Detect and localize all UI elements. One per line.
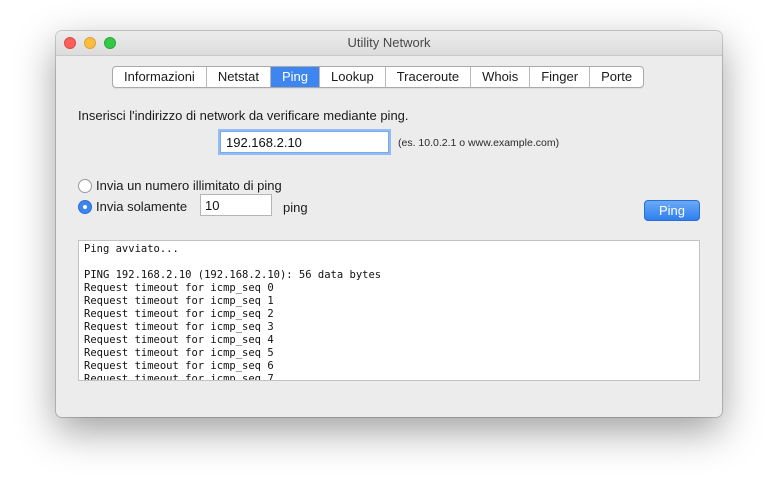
- tab-bar: Informazioni Netstat Ping Lookup Traceroute W…: [112, 66, 645, 88]
- window-title: Utility Network: [347, 35, 431, 50]
- output-line: Request timeout for icmp_seq 1: [84, 295, 274, 307]
- radio-unlimited[interactable]: [78, 178, 92, 193]
- ping-count-unit: ping: [283, 200, 308, 215]
- output-line: Request timeout for icmp_seq 2: [84, 308, 274, 320]
- minimize-window-button[interactable]: [84, 37, 96, 49]
- close-window-button[interactable]: [64, 37, 76, 49]
- title-bar[interactable]: Utility Network: [56, 31, 722, 56]
- tab-finger[interactable]: Finger: [530, 67, 591, 87]
- output-line: Request timeout for icmp_seq 5: [84, 347, 274, 359]
- output-line: Request timeout for icmp_seq 7: [84, 373, 274, 381]
- utility-network-window: Utility Network Informazioni Netstat Ping L…: [56, 31, 722, 417]
- tab-whois[interactable]: Whois: [471, 67, 531, 87]
- output-line: Request timeout for icmp_seq 4: [84, 334, 274, 346]
- ping-count-input[interactable]: [200, 194, 272, 216]
- tab-traceroute[interactable]: Traceroute: [386, 67, 472, 87]
- radio-unlimited-label: Invia un numero illimitato di ping: [96, 178, 282, 193]
- address-input[interactable]: [218, 129, 391, 155]
- radio-limited[interactable]: [78, 199, 92, 214]
- ping-button[interactable]: Ping: [644, 200, 700, 221]
- output-line: Request timeout for icmp_seq 3: [84, 321, 274, 333]
- tab-lookup[interactable]: Lookup: [320, 67, 386, 87]
- ping-output[interactable]: Ping avviato... PING 192.168.2.10 (192.16…: [78, 240, 700, 381]
- tab-ping[interactable]: Ping: [271, 67, 321, 87]
- tab-porte[interactable]: Porte: [590, 67, 643, 87]
- output-line: Request timeout for icmp_seq 6: [84, 360, 274, 372]
- output-line: Ping avviato...: [84, 243, 179, 255]
- output-line: PING 192.168.2.10 (192.168.2.10): 56 dat…: [84, 269, 382, 281]
- radio-unlimited-option[interactable]: Invia un numero illimitato di ping: [78, 178, 282, 193]
- tab-informazioni[interactable]: Informazioni: [113, 67, 207, 87]
- output-line: Request timeout for icmp_seq 0: [84, 282, 274, 294]
- tab-netstat[interactable]: Netstat: [207, 67, 271, 87]
- address-example: (es. 10.0.2.1 o www.example.com): [398, 137, 560, 149]
- address-prompt: Inserisci l'indirizzo di network da veri…: [78, 108, 409, 123]
- maximize-window-button[interactable]: [104, 37, 116, 49]
- radio-limited-option[interactable]: Invia solamente: [78, 199, 187, 214]
- radio-limited-label: Invia solamente: [96, 199, 188, 214]
